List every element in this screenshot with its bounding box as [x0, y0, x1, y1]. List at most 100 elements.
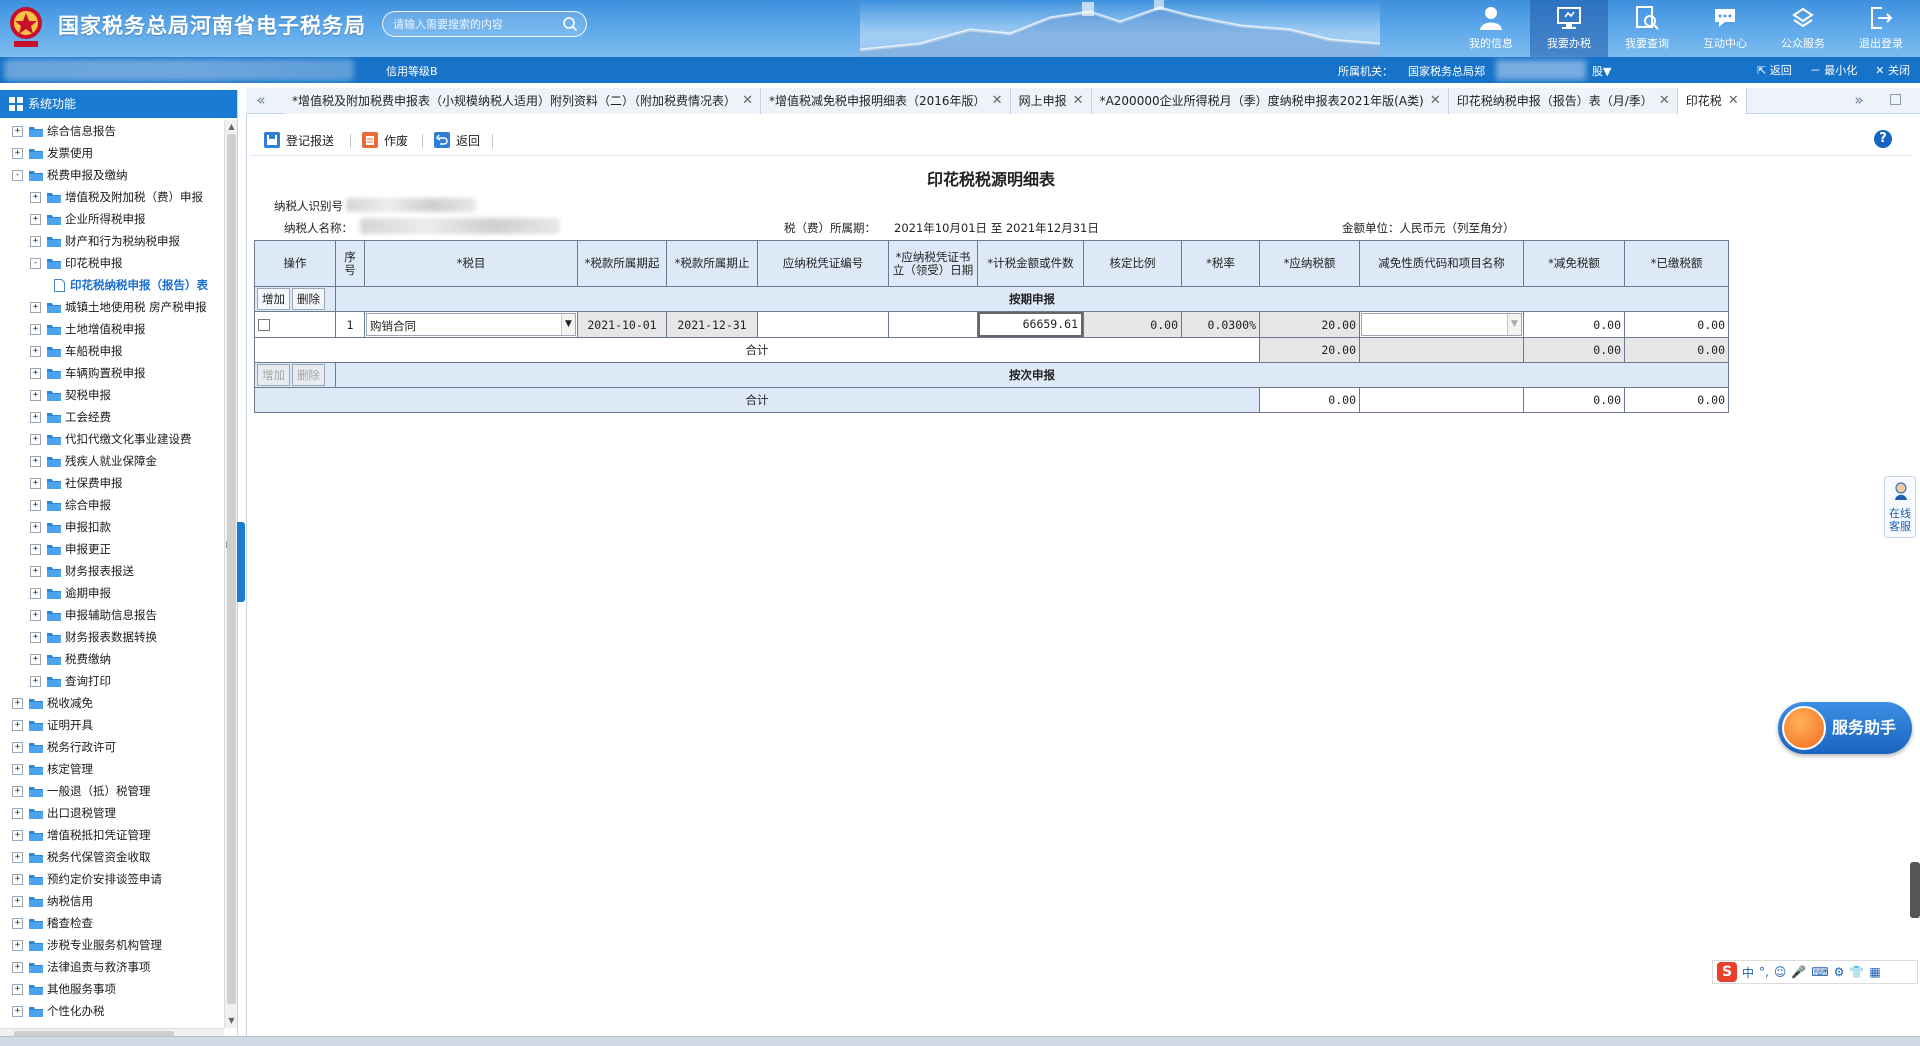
chevron-down-icon[interactable]: ▼ [561, 314, 575, 335]
expand-icon[interactable]: + [30, 412, 41, 423]
expand-icon[interactable]: + [30, 632, 41, 643]
sidebar-item[interactable]: + 增值税抵扣凭证管理 [0, 824, 224, 846]
expand-icon[interactable]: + [12, 896, 23, 907]
sidebar-item[interactable]: + 城镇土地使用税 房产税申报 [0, 296, 224, 318]
tab[interactable]: *增值税及附加税费申报表（小规模纳税人适用）附列资料（二）（附加税费情况表） ✕ [284, 88, 762, 114]
expand-icon[interactable]: + [30, 456, 41, 467]
sidebar-item[interactable]: - 印花税申报 [0, 252, 224, 274]
keyboard-icon[interactable]: ⌨ [1811, 965, 1828, 979]
minimize-link[interactable]: － 最小化 [1810, 62, 1858, 78]
sidebar-item[interactable]: + 税务行政许可 [0, 736, 224, 758]
expand-icon[interactable]: + [12, 742, 23, 753]
expand-icon[interactable]: + [30, 368, 41, 379]
expand-icon[interactable]: + [12, 786, 23, 797]
help-icon[interactable]: ? [1874, 130, 1892, 148]
sidebar-item[interactable]: + 涉税专业服务机构管理 [0, 934, 224, 956]
search-icon[interactable] [562, 16, 578, 32]
nav-my-info[interactable]: 我的信息 [1452, 0, 1530, 57]
collapse-icon[interactable]: - [30, 258, 41, 269]
expand-icon[interactable]: + [30, 192, 41, 203]
expand-icon[interactable]: + [12, 852, 23, 863]
back-button[interactable]: 返回 [434, 130, 480, 150]
toolbox-icon[interactable]: ⚙ [1834, 965, 1845, 979]
sidebar-item[interactable]: + 企业所得税申报 [0, 208, 224, 230]
expand-icon[interactable]: + [30, 214, 41, 225]
expand-icon[interactable]: + [30, 566, 41, 577]
tab-close-icon[interactable]: ✕ [742, 88, 753, 114]
sidebar-scrollbar[interactable]: ▲ ▼ [224, 120, 237, 1028]
nav-query[interactable]: 我要查询 [1608, 0, 1686, 57]
tab-close-icon[interactable]: ✕ [992, 88, 1003, 114]
sidebar-item[interactable]: - 税费申报及缴纳 [0, 164, 224, 186]
expand-icon[interactable]: + [30, 478, 41, 489]
online-customer-service[interactable]: 在线客服 [1884, 476, 1916, 538]
sidebar-item[interactable]: + 土地增值税申报 [0, 318, 224, 340]
sidebar-item[interactable]: 印花税纳税申报（报告）表 [0, 274, 224, 296]
nav-interaction[interactable]: 互动中心 [1686, 0, 1764, 57]
sidebar-item[interactable]: + 财务报表报送 [0, 560, 224, 582]
chevron-down-icon[interactable]: ▼ [1507, 314, 1521, 335]
sidebar-item[interactable]: + 出口退税管理 [0, 802, 224, 824]
tab-close-icon[interactable]: ✕ [1073, 88, 1084, 114]
row-checkbox[interactable] [258, 319, 270, 331]
sidebar-item[interactable]: + 逾期申报 [0, 582, 224, 604]
sidebar-item[interactable]: + 纳税信用 [0, 890, 224, 912]
expand-icon[interactable]: + [30, 302, 41, 313]
nav-public-service[interactable]: 公众服务 [1764, 0, 1842, 57]
sidebar-item[interactable]: + 其他服务事项 [0, 978, 224, 1000]
tab[interactable]: 印花税纳税申报（报告）表（月/季） ✕ [1448, 88, 1678, 114]
paid-amount-field[interactable]: 0.00 [1624, 311, 1729, 338]
scroll-thumb[interactable] [227, 134, 236, 1004]
sidebar-item[interactable]: + 税费缴纳 [0, 648, 224, 670]
service-assistant-button[interactable]: 服务助手 [1778, 702, 1912, 754]
sidebar-item[interactable]: + 契税申报 [0, 384, 224, 406]
scroll-up-icon[interactable]: ▲ [227, 122, 236, 132]
sidebar-item[interactable]: + 个性化办税 [0, 1000, 224, 1022]
sidebar-item[interactable]: + 发票使用 [0, 142, 224, 164]
tax-type-dropdown[interactable]: 股▼ [1592, 63, 1611, 79]
sidebar-item[interactable]: + 申报更正 [0, 538, 224, 560]
expand-icon[interactable]: + [30, 654, 41, 665]
expand-icon[interactable]: + [12, 764, 23, 775]
void-button[interactable]: 作废 [362, 130, 408, 150]
sidebar-item[interactable]: + 综合信息报告 [0, 120, 224, 142]
expand-icon[interactable]: + [30, 522, 41, 533]
sidebar-collapse-handle[interactable] [237, 522, 245, 602]
expand-icon[interactable]: + [12, 918, 23, 929]
tab[interactable]: 网上申报 ✕ [1010, 88, 1092, 114]
expand-icon[interactable]: + [30, 676, 41, 687]
ime-lang[interactable]: 中 [1742, 964, 1754, 981]
tab-close-icon[interactable]: ✕ [1728, 88, 1739, 114]
tab[interactable]: *A200000企业所得税月（季）度纳税申报表2021年版(A类) ✕ [1091, 88, 1449, 114]
punctuation-icon[interactable]: °, [1759, 965, 1769, 979]
tab-scroll-right-icon[interactable]: » [1844, 88, 1874, 114]
add-row-button[interactable]: 增加 [257, 288, 290, 310]
sidebar-item[interactable]: + 法律追责与救济事项 [0, 956, 224, 978]
expand-icon[interactable]: + [12, 940, 23, 951]
page-scroll-indicator[interactable] [1910, 862, 1920, 918]
relief-code-select[interactable]: ▼ [1361, 313, 1522, 336]
expand-icon[interactable]: + [30, 588, 41, 599]
submit-button[interactable]: 登记报送 [264, 130, 334, 150]
sidebar-item[interactable]: + 车辆购置税申报 [0, 362, 224, 384]
ime-toolbar[interactable]: S 中 °, ☺ 🎤 ⌨ ⚙ 👕 ▦ [1712, 960, 1918, 984]
expand-icon[interactable]: + [12, 962, 23, 973]
tab-menu-icon[interactable] [1890, 94, 1901, 105]
tab-close-icon[interactable]: ✕ [1430, 88, 1441, 114]
sidebar-item[interactable]: + 综合申报 [0, 494, 224, 516]
search-input[interactable] [393, 15, 553, 33]
tab[interactable]: *增值税减免税申报明细表（2016年版） ✕ [761, 88, 1011, 114]
expand-icon[interactable]: + [30, 500, 41, 511]
search-box[interactable] [382, 11, 587, 37]
tab-close-icon[interactable]: ✕ [1659, 88, 1670, 114]
expand-icon[interactable]: + [30, 544, 41, 555]
sidebar-item[interactable]: + 社保费申报 [0, 472, 224, 494]
tax-item-select[interactable]: 购销合同 ▼ [366, 313, 576, 336]
expand-icon[interactable]: + [12, 830, 23, 841]
expand-icon[interactable]: + [12, 148, 23, 159]
sidebar-item[interactable]: + 申报扣款 [0, 516, 224, 538]
sidebar-item[interactable]: + 核定管理 [0, 758, 224, 780]
expand-icon[interactable]: + [12, 874, 23, 885]
expand-icon[interactable]: + [30, 236, 41, 247]
sidebar-item[interactable]: + 代扣代缴文化事业建设费 [0, 428, 224, 450]
